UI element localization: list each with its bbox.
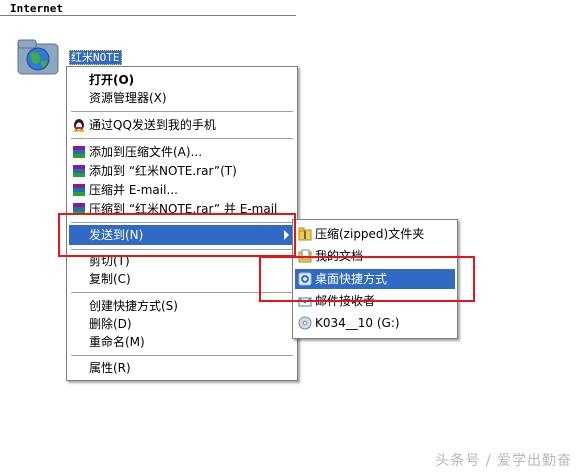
internet-header: Internet bbox=[0, 0, 300, 17]
winrar-icon bbox=[72, 183, 86, 197]
watermark: 头条号 / 爱学出勤奋 bbox=[435, 453, 572, 469]
qq-penguin-icon bbox=[72, 118, 86, 132]
menu-item-open[interactable]: 打开(O) bbox=[69, 70, 295, 90]
menu-item-add-archive[interactable]: 添加到压缩文件(A)... bbox=[69, 142, 295, 162]
cd-drive-icon bbox=[298, 316, 312, 330]
header-title: Internet bbox=[10, 2, 63, 15]
submenu-item-cd-drive[interactable]: K034__10 (G:) bbox=[295, 313, 455, 333]
menu-separator bbox=[71, 111, 293, 112]
menu-separator bbox=[71, 355, 293, 356]
winrar-icon bbox=[72, 164, 86, 178]
globe-folder-icon[interactable] bbox=[16, 34, 62, 78]
menu-item-properties[interactable]: 属性(R) bbox=[69, 358, 295, 378]
menu-item-explorer[interactable]: 资源管理器(X) bbox=[69, 88, 295, 108]
annotation-highlight-send-to bbox=[58, 213, 296, 257]
menu-separator bbox=[71, 138, 293, 139]
header-divider bbox=[0, 15, 296, 16]
annotation-highlight-desktop-shortcut bbox=[259, 256, 475, 302]
submenu-item-zip-folder[interactable]: 压缩(zipped)文件夹 bbox=[295, 224, 455, 244]
winrar-icon bbox=[72, 145, 86, 159]
menu-item-send-qq[interactable]: 通过QQ发送到我的手机 bbox=[69, 115, 295, 135]
menu-item-rename[interactable]: 重命名(M) bbox=[69, 332, 295, 352]
desktop-icon-label[interactable]: 红米NOTE bbox=[69, 50, 122, 65]
menu-item-delete[interactable]: 删除(D) bbox=[69, 314, 295, 334]
zip-folder-icon bbox=[298, 227, 312, 241]
menu-item-compress-email[interactable]: 压缩并 E-mail... bbox=[69, 180, 295, 200]
menu-item-add-rar[interactable]: 添加到 “红米NOTE.rar”(T) bbox=[69, 161, 295, 181]
